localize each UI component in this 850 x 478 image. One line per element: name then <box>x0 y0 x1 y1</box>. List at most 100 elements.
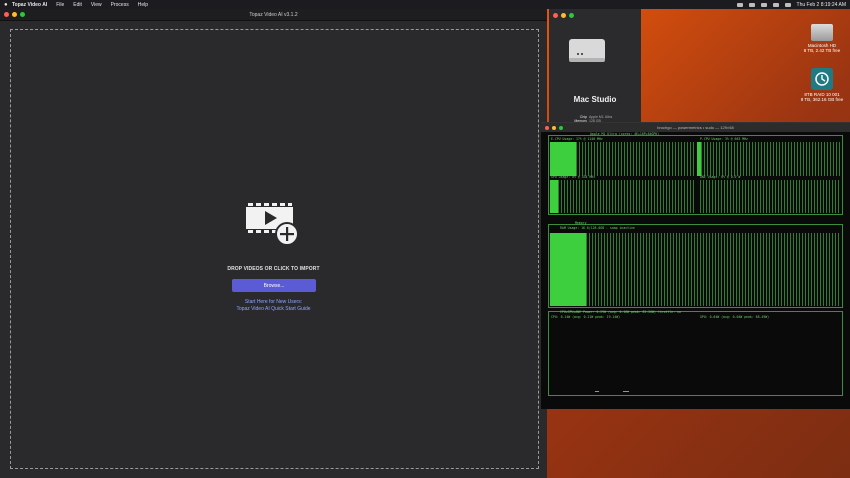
history-bar-column <box>684 180 685 213</box>
history-bar-column <box>700 233 701 306</box>
history-bar-column <box>739 180 740 213</box>
control-center-icon[interactable] <box>784 2 791 7</box>
raid-disk[interactable]: 8TB RAID 10 001 8 TB, 362.16 GB free <box>796 68 848 102</box>
about-zoom-button[interactable] <box>569 13 574 18</box>
history-bar-column <box>752 142 753 176</box>
menubar-clock[interactable]: Thu Feb 2 8:19:24 AM <box>797 2 846 8</box>
macintosh-hd-disk[interactable]: Macintosh HD 8 TB, 2.42 TB free <box>796 24 848 53</box>
about-close-button[interactable] <box>553 13 558 18</box>
history-bar-column <box>675 142 676 176</box>
history-bar-column <box>749 142 750 176</box>
history-bar-column <box>812 142 813 176</box>
history-bar-column <box>725 142 726 176</box>
history-bar-column <box>558 180 559 213</box>
history-bar-column <box>666 142 667 176</box>
browse-button[interactable]: Browse... <box>232 279 316 292</box>
history-bar-column <box>826 180 827 213</box>
history-bar-column <box>622 233 623 306</box>
total-power: CPU+GPU+ANE Power: 0.29W (avg: 0.16W pea… <box>560 310 681 314</box>
power-panel <box>548 311 843 396</box>
history-bar-column <box>740 142 741 176</box>
time-machine-disk-icon <box>811 68 833 90</box>
history-bar-column <box>748 233 749 306</box>
history-bar-column <box>615 142 616 176</box>
start-here-text[interactable]: Start Here for New Users: <box>0 299 547 306</box>
drop-instructions: DROP VIDEOS OR CLICK TO IMPORT <box>227 266 320 272</box>
history-bar-column <box>561 180 562 213</box>
history-bar-column <box>808 180 809 213</box>
history-bar-column <box>806 142 807 176</box>
history-bar-column <box>760 180 761 213</box>
history-bar-column <box>742 180 743 213</box>
menu-help[interactable]: Help <box>138 2 148 8</box>
history-bar-column <box>736 180 737 213</box>
quick-start-link[interactable]: Start Here for New Users: Topaz Video AI… <box>0 299 547 313</box>
menu-bar: ● Topaz Video AI File Edit View Process … <box>0 0 850 9</box>
history-bar-column <box>772 233 773 306</box>
history-bar-column <box>642 180 643 213</box>
history-bar-column <box>598 233 599 306</box>
quick-start-guide-link[interactable]: Topaz Video AI Quick Start Guide <box>0 306 547 313</box>
ecpu-usage: E-CPU Usage: 17% @ 1140 MHz <box>551 137 603 141</box>
battery-icon[interactable] <box>748 2 755 7</box>
history-bar-column <box>733 180 734 213</box>
hard-disk-icon <box>811 24 833 41</box>
history-bar-column <box>681 142 682 176</box>
history-bar-column <box>757 180 758 213</box>
history-bar-column <box>758 142 759 176</box>
history-bar-column <box>600 180 601 213</box>
history-bar-column <box>743 142 744 176</box>
history-bar-column <box>730 233 731 306</box>
gpu-usage: GPU Usage: 0% @ 434 MHz <box>551 175 596 179</box>
menu-file[interactable]: File <box>56 2 64 8</box>
history-bar-column <box>760 233 761 306</box>
topaz-window: Topaz Video AI v3.1.2 DROP VIDEOS OR CLI… <box>0 9 547 478</box>
video-drop-zone[interactable] <box>10 29 539 469</box>
history-bar-column <box>827 142 828 176</box>
history-bar-column <box>772 180 773 213</box>
history-bar-column <box>621 180 622 213</box>
history-bar-column <box>601 233 602 306</box>
disk-free: 8 TB, 2.42 TB free <box>803 48 841 53</box>
ram-fill <box>550 233 586 306</box>
history-bar-column <box>606 180 607 213</box>
menu-view[interactable]: View <box>91 2 102 8</box>
history-bar-column <box>691 233 692 306</box>
history-bar-column <box>835 233 836 306</box>
history-bar-column <box>658 233 659 306</box>
terminal-titlebar: brochgo — powermetrics • sudo — 129×58 <box>541 123 850 132</box>
history-bar-column <box>670 233 671 306</box>
history-bar-column <box>833 142 834 176</box>
history-bar-column <box>754 233 755 306</box>
bluetooth-icon[interactable] <box>736 2 743 7</box>
power-trace-segment <box>623 391 629 392</box>
history-bar-column <box>709 233 710 306</box>
history-bar-column <box>788 142 789 176</box>
history-bar-column <box>838 233 839 306</box>
add-video-icon[interactable] <box>245 200 301 248</box>
history-bar-column <box>818 142 819 176</box>
history-bar-column <box>591 142 592 176</box>
history-bar-column <box>793 233 794 306</box>
history-bar-column <box>716 142 717 176</box>
apple-menu-icon[interactable]: ● <box>4 2 12 8</box>
wifi-icon[interactable] <box>760 2 767 7</box>
disk-free: 8 TB, 362.16 GB free <box>800 97 844 102</box>
menu-edit[interactable]: Edit <box>73 2 82 8</box>
history-bar-column <box>779 142 780 176</box>
history-bar-column <box>639 180 640 213</box>
ane-history-bars <box>700 180 841 213</box>
history-bar-column <box>704 142 705 176</box>
history-bar-column <box>751 233 752 306</box>
about-minimize-button[interactable] <box>561 13 566 18</box>
menu-process[interactable]: Process <box>111 2 129 8</box>
history-bar-column <box>627 142 628 176</box>
menu-app-name[interactable]: Topaz Video AI <box>12 2 47 8</box>
history-bar-column <box>616 233 617 306</box>
history-bar-column <box>802 180 803 213</box>
history-bar-column <box>800 142 801 176</box>
history-bar-column <box>667 233 668 306</box>
history-bar-column <box>693 180 694 213</box>
search-icon[interactable] <box>772 2 779 7</box>
history-bar-column <box>678 142 679 176</box>
